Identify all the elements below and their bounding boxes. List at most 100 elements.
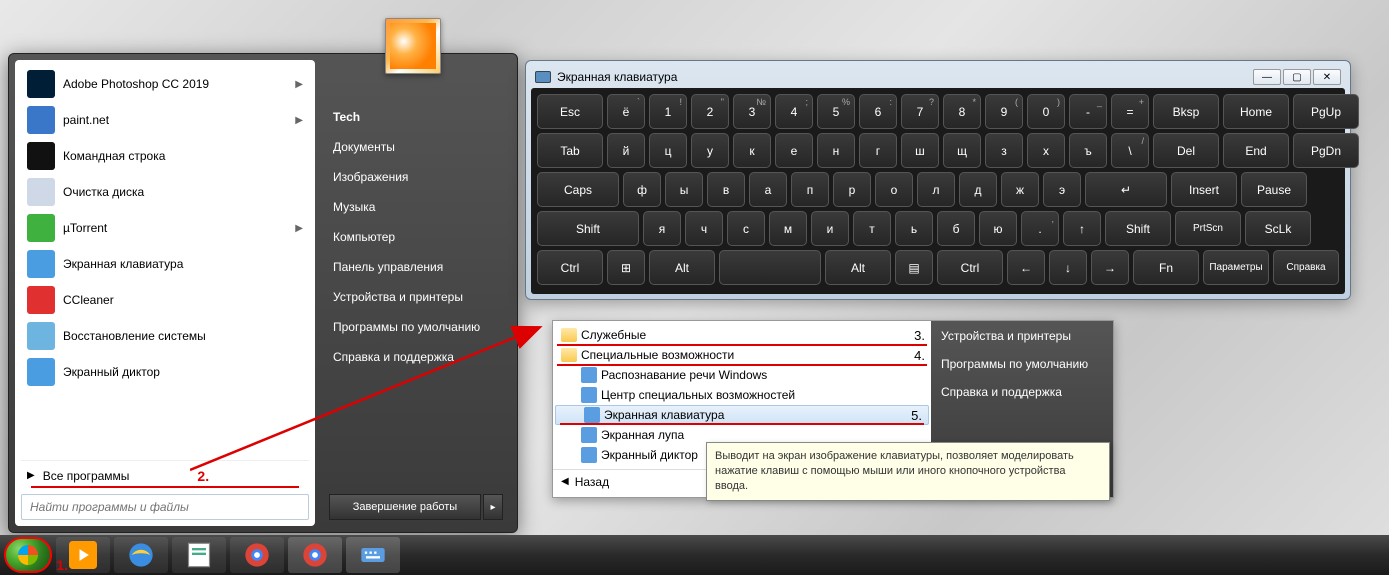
search-input[interactable] — [21, 494, 309, 520]
key-↑[interactable]: ↑ — [1063, 211, 1101, 246]
key-Insert[interactable]: Insert — [1171, 172, 1237, 207]
submenu-item-2[interactable]: Распознавание речи Windows — [553, 365, 931, 385]
key-ё[interactable]: `ё — [607, 94, 645, 129]
key-3[interactable]: №3 — [733, 94, 771, 129]
submenu-right-item-1[interactable]: Программы по умолчанию — [941, 357, 1103, 371]
taskbar-item-chrome[interactable] — [230, 537, 284, 573]
key-ы[interactable]: ы — [665, 172, 703, 207]
key-щ[interactable]: щ — [943, 133, 981, 168]
taskbar-item-osk[interactable] — [346, 537, 400, 573]
key-←[interactable]: ← — [1007, 250, 1045, 285]
submenu-right-item-2[interactable]: Справка и поддержка — [941, 385, 1103, 399]
start-menu-app-1[interactable]: paint.net▶ — [21, 102, 309, 138]
start-button[interactable]: 1. — [4, 537, 52, 573]
key-Ctrl[interactable]: Ctrl — [537, 250, 603, 285]
key-е[interactable]: е — [775, 133, 813, 168]
key-▤[interactable]: ▤ — [895, 250, 933, 285]
minimize-button[interactable]: — — [1253, 69, 1281, 85]
submenu-item-0[interactable]: Служебные3. — [553, 325, 931, 345]
key-й[interactable]: й — [607, 133, 645, 168]
key-х[interactable]: х — [1027, 133, 1065, 168]
key-Bksp[interactable]: Bksp — [1153, 94, 1219, 129]
key-о[interactable]: о — [875, 172, 913, 207]
submenu-item-1[interactable]: Специальные возможности4. — [553, 345, 931, 365]
key-Alt[interactable]: Alt — [649, 250, 715, 285]
key-ш[interactable]: ш — [901, 133, 939, 168]
key-Параметры[interactable]: Параметры — [1203, 250, 1269, 285]
key-6[interactable]: :6 — [859, 94, 897, 129]
maximize-button[interactable]: ▢ — [1283, 69, 1311, 85]
start-right-item-5[interactable]: Устройства и принтеры — [329, 282, 503, 312]
taskbar-item-chrome-active[interactable] — [288, 537, 342, 573]
key--[interactable]: _- — [1069, 94, 1107, 129]
key-у[interactable]: у — [691, 133, 729, 168]
key-р[interactable]: р — [833, 172, 871, 207]
submenu-item-3[interactable]: Центр специальных возможностей — [553, 385, 931, 405]
key-ц[interactable]: ц — [649, 133, 687, 168]
key-1[interactable]: !1 — [649, 94, 687, 129]
user-picture[interactable] — [385, 18, 441, 74]
key-Справка[interactable]: Справка — [1273, 250, 1339, 285]
key-ю[interactable]: ю — [979, 211, 1017, 246]
start-right-item-6[interactable]: Программы по умолчанию — [329, 312, 503, 342]
key-т[interactable]: т — [853, 211, 891, 246]
key-Tab[interactable]: Tab — [537, 133, 603, 168]
user-name[interactable]: Tech — [329, 102, 503, 132]
taskbar-item-libreoffice[interactable] — [172, 537, 226, 573]
close-button[interactable]: ✕ — [1313, 69, 1341, 85]
key-2[interactable]: "2 — [691, 94, 729, 129]
start-menu-app-2[interactable]: Командная строка — [21, 138, 309, 174]
key-б[interactable]: б — [937, 211, 975, 246]
all-programs-button[interactable]: ▶ Все программы 2. — [21, 460, 309, 490]
key-с[interactable]: с — [727, 211, 765, 246]
key-п[interactable]: п — [791, 172, 829, 207]
key-Ctrl[interactable]: Ctrl — [937, 250, 1003, 285]
key-=[interactable]: += — [1111, 94, 1149, 129]
submenu-right-item-0[interactable]: Устройства и принтеры — [941, 329, 1103, 343]
key-ж[interactable]: ж — [1001, 172, 1039, 207]
start-menu-app-3[interactable]: Очистка диска — [21, 174, 309, 210]
start-right-item-7[interactable]: Справка и поддержка — [329, 342, 503, 372]
start-menu-app-6[interactable]: CCleaner — [21, 282, 309, 318]
key-ъ[interactable]: ъ — [1069, 133, 1107, 168]
start-menu-app-0[interactable]: Adobe Photoshop CC 2019▶ — [21, 66, 309, 102]
key-ь[interactable]: ь — [895, 211, 933, 246]
key-PgUp[interactable]: PgUp — [1293, 94, 1359, 129]
key-space[interactable] — [719, 250, 821, 285]
start-right-item-1[interactable]: Изображения — [329, 162, 503, 192]
key-⊞[interactable]: ⊞ — [607, 250, 645, 285]
key-л[interactable]: л — [917, 172, 955, 207]
key-5[interactable]: %5 — [817, 94, 855, 129]
key-з[interactable]: з — [985, 133, 1023, 168]
key-м[interactable]: м — [769, 211, 807, 246]
key-в[interactable]: в — [707, 172, 745, 207]
start-right-item-2[interactable]: Музыка — [329, 192, 503, 222]
key-я[interactable]: я — [643, 211, 681, 246]
key-Caps[interactable]: Caps — [537, 172, 619, 207]
key-Alt[interactable]: Alt — [825, 250, 891, 285]
key-Esc[interactable]: Esc — [537, 94, 603, 129]
key-7[interactable]: ?7 — [901, 94, 939, 129]
key-Fn[interactable]: Fn — [1133, 250, 1199, 285]
key-к[interactable]: к — [733, 133, 771, 168]
key-.[interactable]: ,. — [1021, 211, 1059, 246]
key-↓[interactable]: ↓ — [1049, 250, 1087, 285]
osk-titlebar[interactable]: Экранная клавиатура — ▢ ✕ — [531, 66, 1345, 88]
key-↵[interactable]: ↵ — [1085, 172, 1167, 207]
start-menu-app-4[interactable]: µTorrent▶ — [21, 210, 309, 246]
key-0[interactable]: )0 — [1027, 94, 1065, 129]
key-End[interactable]: End — [1223, 133, 1289, 168]
key-ScLk[interactable]: ScLk — [1245, 211, 1311, 246]
key-ф[interactable]: ф — [623, 172, 661, 207]
key-9[interactable]: (9 — [985, 94, 1023, 129]
key-д[interactable]: д — [959, 172, 997, 207]
key-г[interactable]: г — [859, 133, 897, 168]
key-н[interactable]: н — [817, 133, 855, 168]
taskbar-item-ie[interactable] — [114, 537, 168, 573]
key-4[interactable]: ;4 — [775, 94, 813, 129]
start-menu-app-7[interactable]: Восстановление системы — [21, 318, 309, 354]
key-\[interactable]: /\ — [1111, 133, 1149, 168]
start-menu-app-8[interactable]: Экранный диктор — [21, 354, 309, 390]
key-ч[interactable]: ч — [685, 211, 723, 246]
shutdown-options-button[interactable]: ▸ — [483, 494, 503, 520]
